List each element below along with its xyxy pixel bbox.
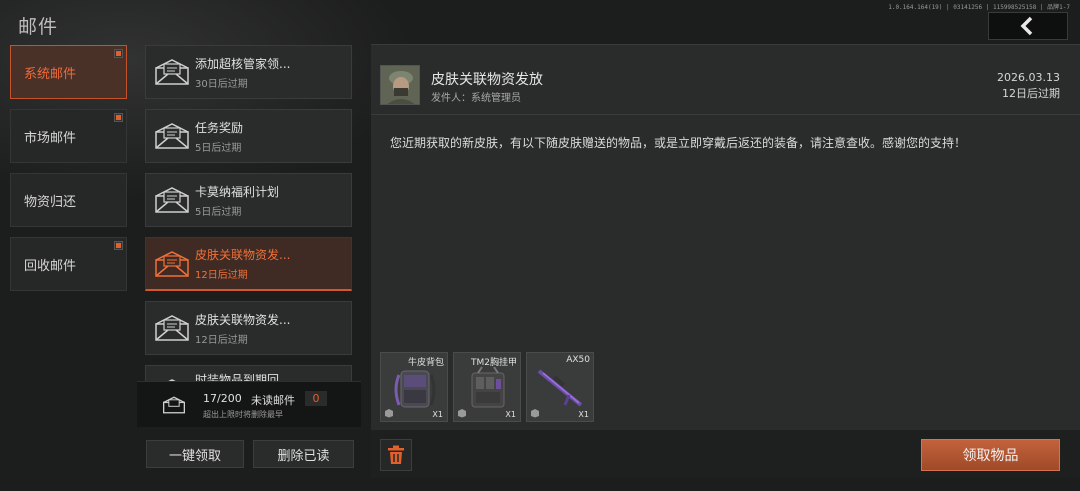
unread-dot (114, 49, 123, 58)
limit-hint: 超出上限时将删除最早 (203, 410, 283, 419)
claim-items-button[interactable]: 领取物品 (921, 439, 1060, 471)
mail-detail-expiry: 12日后过期 (1002, 87, 1060, 100)
category-label: 回收邮件 (24, 258, 77, 274)
mail-expiry: 12日后过期 (195, 270, 248, 281)
sniper-rifle-icon (537, 369, 583, 407)
mail-expiry: 5日后过期 (195, 206, 242, 218)
attachment-name: TM2胸挂甲 (471, 358, 517, 368)
category-label: 物资归还 (24, 194, 77, 210)
envelope-icon (150, 306, 194, 350)
attachment-item[interactable]: 牛皮背包 X1 (380, 352, 448, 422)
mail-item[interactable]: 卡莫纳福利计划 5日后过期 (145, 173, 352, 227)
attachment-item[interactable]: TM2胸挂甲 X1 (453, 352, 521, 422)
category-recycled-mail[interactable]: 回收邮件 (10, 237, 127, 291)
envelope-icon (150, 370, 194, 381)
supply-box-icon (458, 409, 466, 418)
attachment-name: 牛皮背包 (407, 358, 444, 368)
mail-item[interactable]: 添加超核管家领... 30日后过期 (145, 45, 352, 99)
unread-label: 未读邮件 (251, 394, 295, 407)
chest-rig-icon (471, 366, 505, 408)
attachment-qty: X1 (432, 410, 443, 419)
page-title: 邮件 (18, 16, 59, 38)
mail-detail-panel: 皮肤关联物资发放 发件人：系统管理员 2026.03.13 12日后过期 您近期… (371, 44, 1080, 430)
sender-avatar (380, 65, 420, 105)
envelope-icon (150, 114, 194, 158)
mail-item[interactable]: 任务奖励 5日后过期 (145, 109, 352, 163)
unread-dot (114, 113, 123, 122)
mail-count-summary: 17/200 未读邮件 0 超出上限时将删除最早 (137, 381, 361, 427)
envelope-icon (163, 396, 185, 414)
attachment-qty: X1 (505, 410, 516, 419)
attachment-item[interactable]: AX50 X1 (526, 352, 594, 422)
trash-icon (388, 445, 404, 464)
attachment-name: AX50 (566, 355, 590, 365)
attachment-qty: X1 (578, 410, 589, 419)
category-label: 系统邮件 (24, 66, 77, 82)
delete-read-button[interactable]: 删除已读 (253, 440, 354, 468)
backpack-icon (394, 370, 436, 408)
supply-box-icon (531, 409, 539, 418)
mail-title: 任务奖励 (195, 120, 244, 135)
category-system-mail[interactable]: 系统邮件 (10, 45, 127, 99)
mail-detail-title: 皮肤关联物资发放 (431, 72, 543, 88)
unread-count: 0 (305, 391, 327, 406)
envelope-icon (150, 242, 194, 286)
mail-title: 皮肤关联物资发... (195, 312, 291, 327)
mail-title: 卡莫纳福利计划 (195, 184, 280, 199)
mail-title: 时装物品到期回... (195, 373, 291, 381)
supply-box-icon (385, 409, 393, 418)
divider (371, 114, 1080, 115)
unread-dot (114, 241, 123, 250)
mail-expiry: 12日后过期 (195, 334, 248, 346)
mail-title: 添加超核管家领... (195, 56, 291, 71)
mail-list[interactable]: 添加超核管家领... 30日后过期 任务奖励 5日后过期 卡莫纳福利计划 5日后… (137, 42, 361, 381)
mail-item-selected[interactable]: 皮肤关联物资发... 12日后过期 (145, 237, 352, 291)
category-market-mail[interactable]: 市场邮件 (10, 109, 127, 163)
category-label: 市场邮件 (24, 130, 77, 146)
mail-body: 您近期获取的新皮肤，有以下随皮肤赠送的物品，或是立即穿戴后返还的装备，请注意查收… (390, 136, 967, 150)
mail-title: 皮肤关联物资发... (195, 248, 291, 262)
claim-all-button[interactable]: 一键领取 (146, 440, 244, 468)
back-button[interactable] (988, 12, 1068, 40)
category-supply-return[interactable]: 物资归还 (10, 173, 127, 227)
detail-action-bar: 领取物品 (371, 430, 1080, 478)
mail-item[interactable]: 皮肤关联物资发... 12日后过期 (145, 301, 352, 355)
mail-count: 17/200 (203, 392, 242, 405)
chevron-left-icon (1020, 16, 1033, 36)
envelope-icon (150, 178, 194, 222)
version-text: 1.0.164.164(19) | 03141256 | 11599852515… (888, 4, 1070, 11)
delete-mail-button[interactable] (380, 439, 412, 471)
mail-sender: 发件人：系统管理员 (431, 93, 521, 104)
envelope-icon (150, 50, 194, 94)
mail-date: 2026.03.13 (997, 71, 1060, 84)
mail-expiry: 5日后过期 (195, 142, 242, 154)
mail-expiry: 30日后过期 (195, 78, 248, 90)
mail-item[interactable]: 时装物品到期回... (145, 365, 352, 381)
